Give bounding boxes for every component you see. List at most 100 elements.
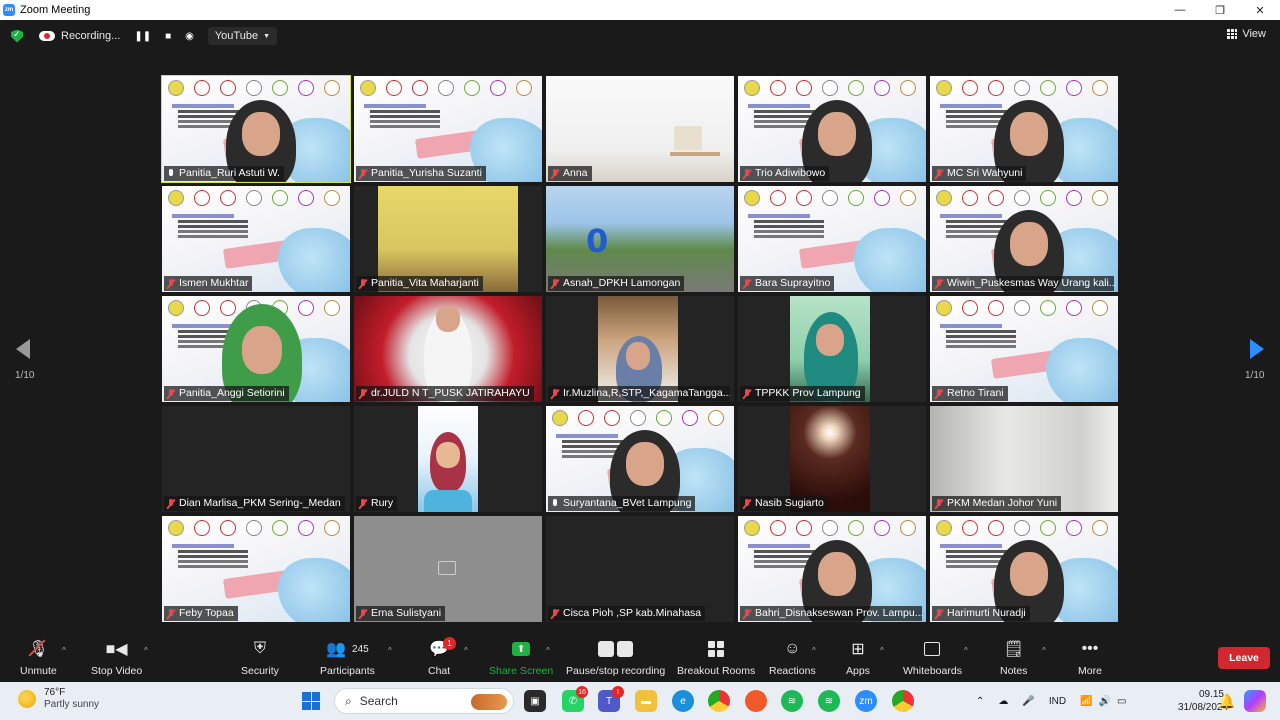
participant-tile[interactable]: Bara Suprayitno	[738, 186, 926, 292]
minimize-icon[interactable]: —	[1160, 0, 1200, 20]
security-button[interactable]: ⛨ Security	[241, 636, 279, 677]
onedrive-icon[interactable]: ☁	[998, 696, 1008, 707]
stop-recording-icon[interactable]: ■	[165, 31, 171, 42]
edge-icon[interactable]: e	[672, 690, 694, 712]
whiteboards-caret-icon[interactable]: ^	[964, 646, 968, 655]
participant-face	[818, 112, 856, 156]
muted-microphone-icon	[359, 388, 367, 399]
participant-name-tag: Bara Suprayitno	[740, 276, 835, 291]
language-indicator[interactable]: IND	[1049, 696, 1066, 707]
participant-name-tag: Feby Topaa	[164, 606, 238, 621]
stop-video-button[interactable]: ■◀ Stop Video	[91, 636, 142, 677]
participant-tile[interactable]: Ismen Mukhtar	[162, 186, 350, 292]
participant-tile[interactable]: MC Sri Wahyuni	[930, 76, 1118, 182]
participant-tile[interactable]: Ir.Muzlina,R,STP,_KagamaTangga...	[546, 296, 734, 402]
wifi-icon[interactable]: 📶	[1080, 696, 1092, 707]
task-view-icon[interactable]: ▣	[524, 690, 546, 712]
whiteboards-button[interactable]: Whiteboards	[903, 636, 962, 677]
more-label: More	[1078, 665, 1102, 677]
view-button[interactable]: View	[1227, 28, 1266, 40]
participant-name-tag: Panitia_Ruri Astuti W.	[164, 166, 284, 181]
muted-microphone-icon	[167, 278, 175, 289]
participant-tile[interactable]: TPPKK Prov Lampung	[738, 296, 926, 402]
microphone-icon	[551, 498, 559, 509]
chrome-profile-icon[interactable]	[892, 690, 914, 712]
previous-page-icon[interactable]	[16, 339, 30, 359]
notes-caret-icon[interactable]: ^	[1042, 646, 1046, 655]
firefox-icon[interactable]	[745, 690, 767, 712]
participant-tile[interactable]: Bahri_Disnakseswan Prov. Lampu...	[738, 516, 926, 622]
video-options-caret-icon[interactable]: ^	[144, 646, 148, 655]
participant-tile[interactable]: Suryantana_BVet Lampung	[546, 406, 734, 512]
participant-tile[interactable]: Wiwin_Puskesmas Way Urang kali...	[930, 186, 1118, 292]
copilot-icon[interactable]	[1244, 690, 1266, 712]
share-screen-button[interactable]: ⬆ Share Screen	[489, 636, 553, 677]
pause-stop-recording-button[interactable]: Pause/stop recording	[566, 636, 665, 677]
tray-overflow-icon[interactable]: ⌃	[976, 696, 984, 707]
chat-label: Chat	[428, 665, 451, 677]
more-button[interactable]: ••• More	[1078, 636, 1102, 677]
participant-tile[interactable]: Retno Tirani	[930, 296, 1118, 402]
reactions-caret-icon[interactable]: ^	[812, 646, 816, 655]
participant-name: Panitia_Vita Maharjanti	[371, 277, 479, 289]
encryption-shield-icon[interactable]	[11, 29, 23, 43]
file-explorer-icon[interactable]: ▬	[635, 690, 657, 712]
participant-tile[interactable]: Harimurti Nuradji	[930, 516, 1118, 622]
close-icon[interactable]: ✕	[1240, 0, 1280, 20]
participant-tile[interactable]: Anna	[546, 76, 734, 182]
maximize-icon[interactable]: ❐	[1200, 0, 1240, 20]
participant-tile[interactable]: Panitia_Anggi Setiorini	[162, 296, 350, 402]
participant-tile[interactable]: Rury	[354, 406, 542, 512]
participant-tile[interactable]: 0 Asnah_DPKH Lamongan	[546, 186, 734, 292]
next-page-icon[interactable]	[1250, 339, 1264, 359]
muted-microphone-icon	[167, 608, 175, 619]
participants-button[interactable]: 👥 245 Participants	[320, 636, 375, 677]
battery-icon[interactable]: ▭	[1117, 696, 1126, 707]
participant-name: Anna	[563, 167, 588, 179]
participant-tile[interactable]: Feby Topaa	[162, 516, 350, 622]
notification-bell-icon[interactable]: 🔔	[1216, 690, 1238, 712]
share-caret-icon[interactable]: ^	[546, 646, 550, 655]
participant-tile[interactable]: Panitia_Ruri Astuti W.	[161, 75, 351, 183]
teams-icon[interactable]: T!	[598, 686, 624, 712]
participant-tile[interactable]: Panitia_Yurisha Suzanti	[354, 76, 542, 182]
participant-tile[interactable]: Erna Sulistyani	[354, 516, 542, 622]
participant-name: MC Sri Wahyuni	[947, 167, 1023, 179]
weather-widget[interactable]: 76°F Partly sunny	[18, 687, 99, 711]
audio-options-caret-icon[interactable]: ^	[62, 646, 66, 655]
participant-tile[interactable]: Dian Marlisa_PKM Sering-_Medan	[162, 406, 350, 512]
volume-icon[interactable]: 🔊	[1099, 696, 1111, 707]
reactions-button[interactable]: ☺ Reactions	[769, 636, 816, 677]
leave-button[interactable]: Leave	[1218, 647, 1270, 669]
zoom-taskbar-icon[interactable]: zm	[855, 690, 877, 712]
apps-button[interactable]: ⊞ Apps	[846, 636, 870, 677]
participants-caret-icon[interactable]: ^	[388, 646, 392, 655]
breakout-rooms-button[interactable]: Breakout Rooms	[677, 636, 755, 677]
spotify-alt-icon[interactable]: ≋	[818, 690, 840, 712]
participant-tile[interactable]: Nasib Sugiarto	[738, 406, 926, 512]
livestream-dropdown[interactable]: YouTube ▼	[207, 27, 278, 45]
participant-face	[1010, 552, 1048, 596]
spotify-icon[interactable]: ≋	[781, 690, 803, 712]
participant-name-tag: Suryantana_BVet Lampung	[548, 496, 696, 511]
participant-tile[interactable]: Trio Adiwibowo	[738, 76, 926, 182]
microphone-icon[interactable]: 🎤	[1022, 696, 1034, 707]
participant-name-tag: Wiwin_Puskesmas Way Urang kali...	[932, 276, 1114, 291]
system-tray: ⌃ ☁ 🎤 IND 📶 🔊 ▭	[976, 682, 1126, 720]
participant-tile[interactable]: dr.JULD N T_PUSK JATIRAHAYU	[354, 296, 542, 402]
unmute-button[interactable]: 🎙 Unmute	[20, 636, 57, 677]
participant-tile[interactable]: Cisca Pioh ,SP kab.Minahasa	[546, 516, 734, 622]
windows-start-icon[interactable]	[302, 692, 320, 710]
notes-button[interactable]: 🗒 Notes	[1000, 636, 1027, 677]
participant-face	[242, 326, 282, 374]
apps-caret-icon[interactable]: ^	[880, 646, 884, 655]
participant-tile[interactable]: PKM Medan Johor Yuni	[930, 406, 1118, 512]
participant-tile[interactable]: Panitia_Vita Maharjanti	[354, 186, 542, 292]
taskbar-search[interactable]: ⌕ Search	[334, 688, 514, 714]
pause-recording-icon[interactable]: ❚❚	[134, 31, 151, 42]
notes-label: Notes	[1000, 665, 1028, 677]
chat-caret-icon[interactable]: ^	[464, 646, 468, 655]
chrome-icon[interactable]	[708, 690, 730, 712]
muted-microphone-icon	[359, 168, 367, 179]
whatsapp-icon[interactable]: ✆ 16	[562, 686, 588, 712]
